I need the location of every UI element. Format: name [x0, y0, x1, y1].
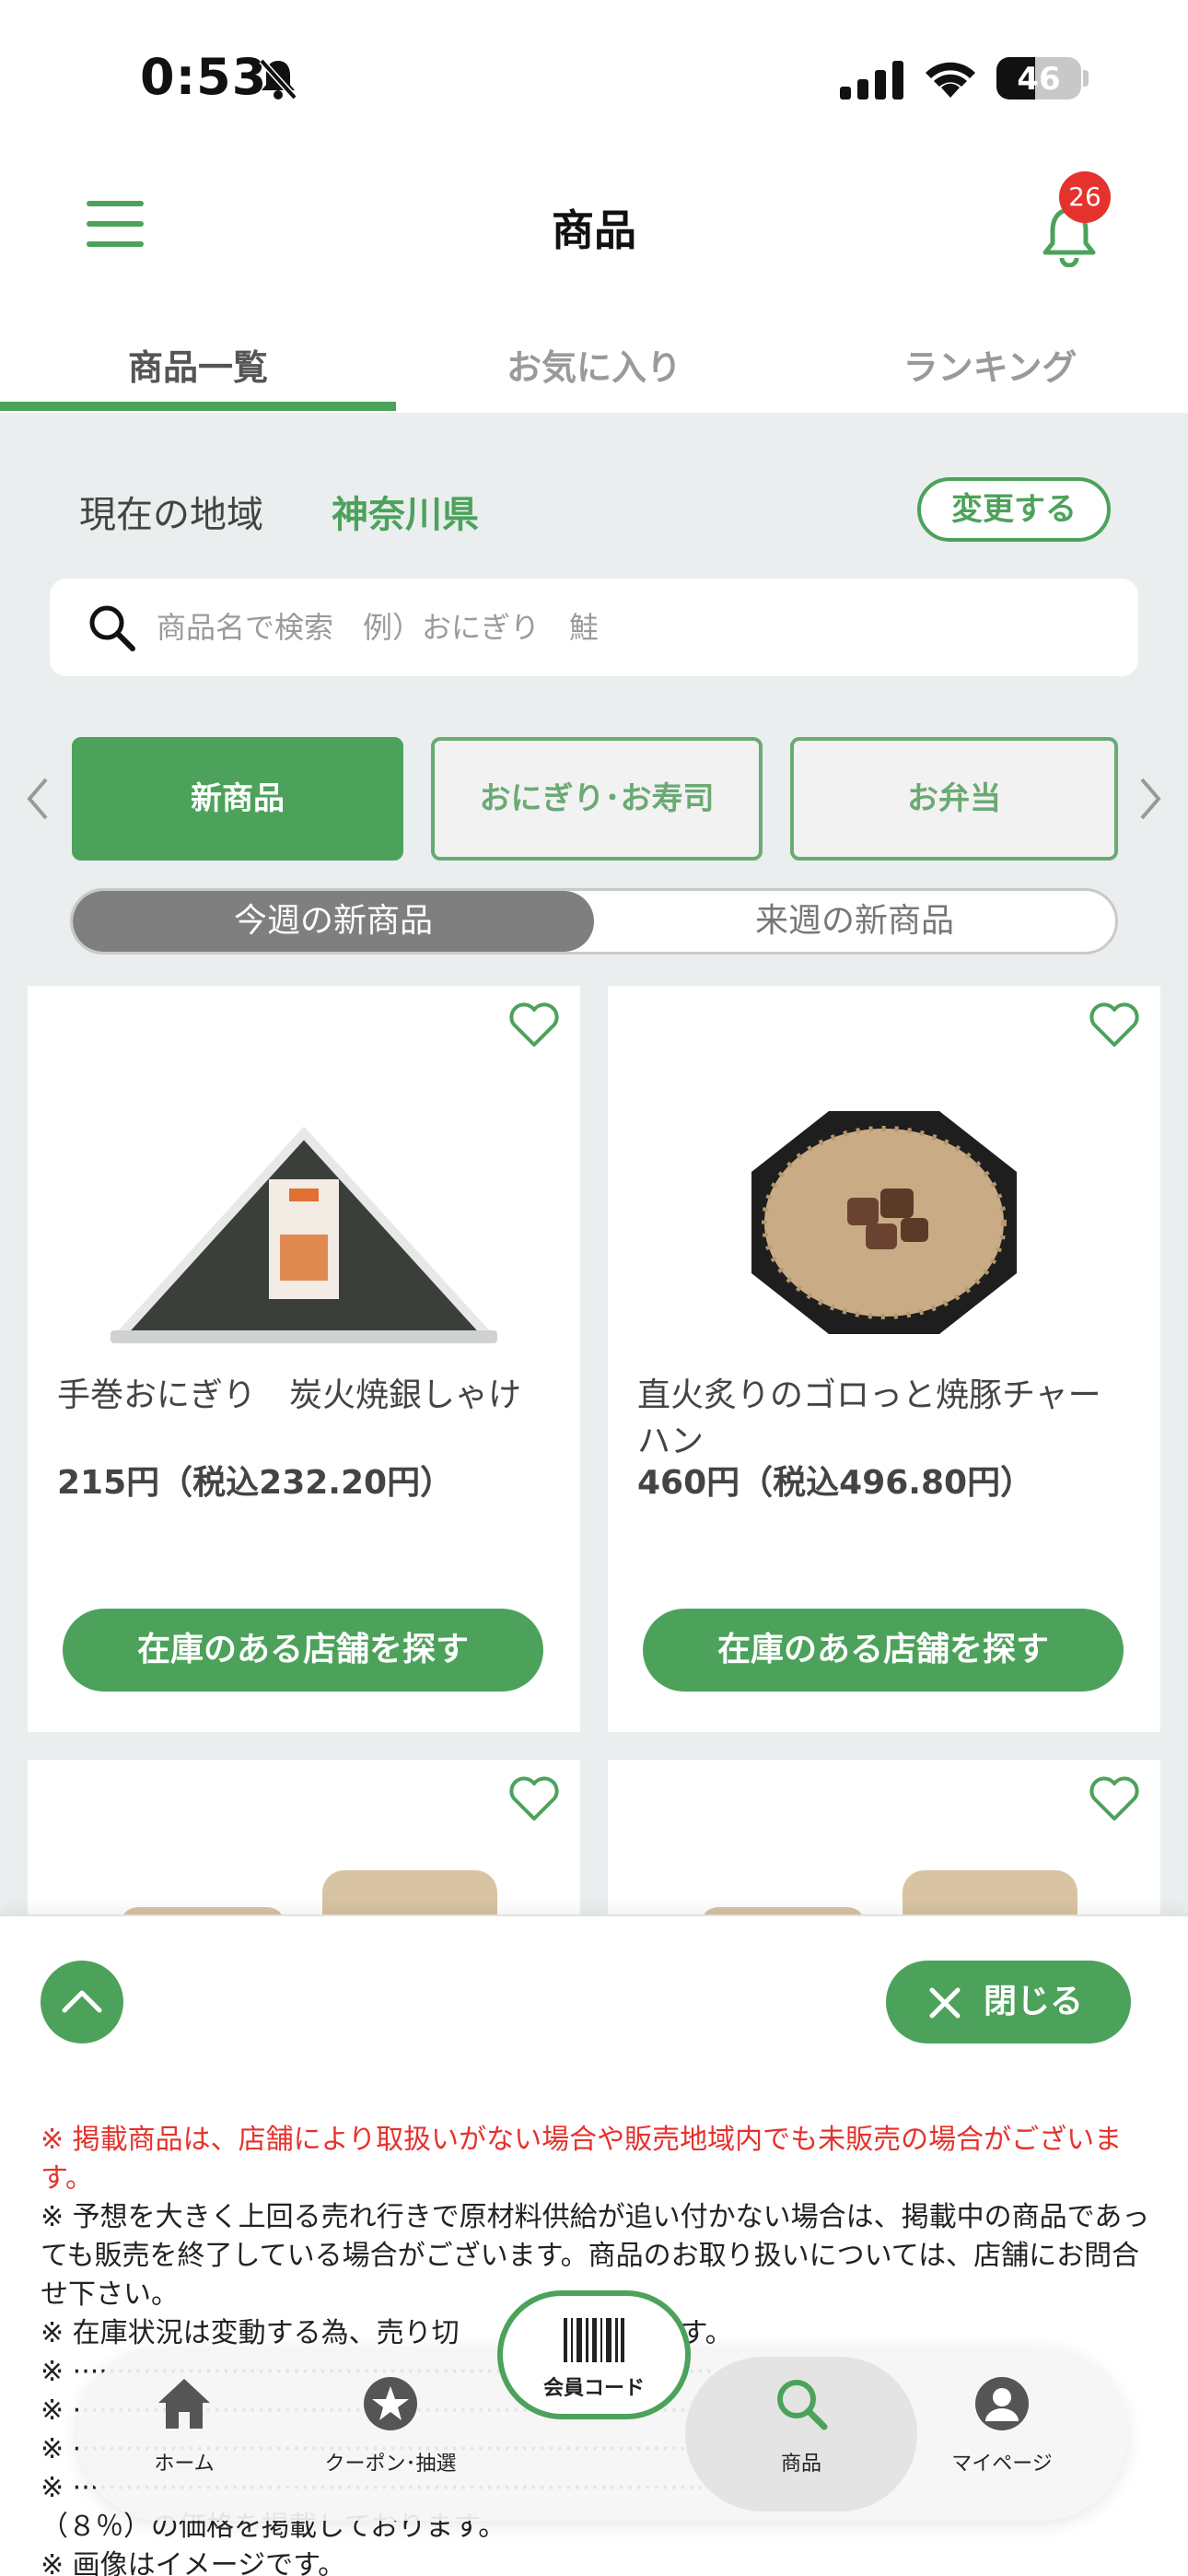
chevron-left-icon[interactable]	[24, 776, 52, 822]
app-header: 商品	[0, 157, 1188, 313]
tab-product-list[interactable]: 商品一覧	[0, 339, 396, 390]
nav-mypage[interactable]: マイページ	[910, 2375, 1094, 2476]
favorite-heart-icon[interactable]	[508, 1776, 560, 1822]
notice-image: ※ 画像はイメージです。	[41, 2549, 346, 2576]
nav-products[interactable]: 商品	[709, 2375, 893, 2476]
battery-level: 46	[1017, 61, 1061, 98]
search-icon	[89, 605, 135, 651]
product-name: 直火炙りのゴロっと焼豚チャーハン	[637, 1376, 1101, 1460]
favorite-heart-icon[interactable]	[1089, 1776, 1140, 1822]
person-icon	[975, 2377, 1029, 2430]
barcode-icon	[564, 2318, 624, 2362]
silent-mode-icon	[259, 58, 297, 100]
star-icon	[364, 2377, 417, 2430]
close-sheet-button[interactable]: 閉じる	[886, 1961, 1131, 2043]
home-icon	[158, 2379, 210, 2429]
member-code-label: 会員コード	[542, 2377, 645, 2400]
notification-count-badge: 26	[1059, 171, 1111, 223]
nav-products-label: 商品	[780, 2453, 821, 2476]
tab-bar: 商品一覧 お気に入り ランキング	[0, 313, 1188, 413]
page-title: 商品	[552, 205, 636, 255]
this-week-toggle[interactable]: 今週の新商品	[73, 891, 594, 952]
fried-rice-product-image	[751, 1111, 1017, 1334]
search-input[interactable]	[157, 579, 1114, 676]
active-tab-indicator	[0, 402, 396, 411]
nav-mypage-label: マイページ	[951, 2453, 1053, 2476]
battery-nub	[1083, 70, 1089, 87]
chevron-right-icon[interactable]	[1136, 776, 1164, 822]
status-bar: 0:53 46	[0, 0, 1188, 157]
search-icon	[777, 2380, 828, 2430]
find-store-in-stock-button[interactable]: 在庫のある店舗を探す	[643, 1609, 1124, 1692]
notice-availability: ※ 掲載商品は、店舗により取扱いがない場合や販売地域内でも未販売の場合がございま…	[41, 2124, 1123, 2195]
nav-home-label: ホーム	[154, 2453, 215, 2476]
find-store-in-stock-button[interactable]: 在庫のある店舗を探す	[63, 1609, 543, 1692]
expand-sheet-button[interactable]	[41, 1961, 123, 2043]
onigiri-product-image	[109, 1126, 499, 1343]
product-price: 460円（税込496.80円）	[637, 1464, 1034, 1502]
tab-ranking[interactable]: ランキング	[792, 339, 1188, 390]
change-region-button[interactable]: 変更する	[917, 477, 1111, 542]
search-bar	[50, 579, 1138, 676]
status-time: 0:53	[140, 48, 268, 106]
nav-coupon-label: クーポン･抽選	[324, 2453, 457, 2476]
close-label: 閉じる	[984, 1983, 1084, 2020]
chevron-up-icon	[62, 1990, 102, 2013]
region-value: 神奈川県	[332, 494, 479, 536]
product-name: 手巻おにぎり 炭火焼銀しゃけ	[57, 1376, 522, 1414]
category-bento[interactable]: お弁当	[790, 737, 1118, 861]
product-card: 直火炙りのゴロっと焼豚チャーハン 460円（税込496.80円） 在庫のある店舗…	[608, 986, 1160, 1732]
next-week-toggle[interactable]: 来週の新商品	[594, 891, 1115, 952]
wifi-icon	[926, 62, 975, 98]
cellular-signal-icon	[840, 61, 903, 100]
member-code-button[interactable]: 会員コード	[497, 2290, 691, 2419]
nav-home[interactable]: ホーム	[92, 2375, 276, 2476]
tab-favorites[interactable]: お気に入り	[396, 339, 792, 390]
week-toggle: 今週の新商品 来週の新商品	[70, 888, 1118, 954]
category-new-products[interactable]: 新商品	[72, 737, 403, 861]
product-price: 215円（税込232.20円）	[57, 1464, 454, 1502]
close-icon	[929, 1987, 961, 2019]
battery-indicator: 46	[996, 57, 1081, 100]
category-onigiri-sushi[interactable]: おにぎり･お寿司	[431, 737, 763, 861]
product-card: 手巻おにぎり 炭火焼銀しゃけ 215円（税込232.20円） 在庫のある店舗を探…	[28, 986, 580, 1732]
region-label: 現在の地域	[79, 494, 263, 536]
nav-coupon[interactable]: クーポン･抽選	[298, 2375, 483, 2476]
